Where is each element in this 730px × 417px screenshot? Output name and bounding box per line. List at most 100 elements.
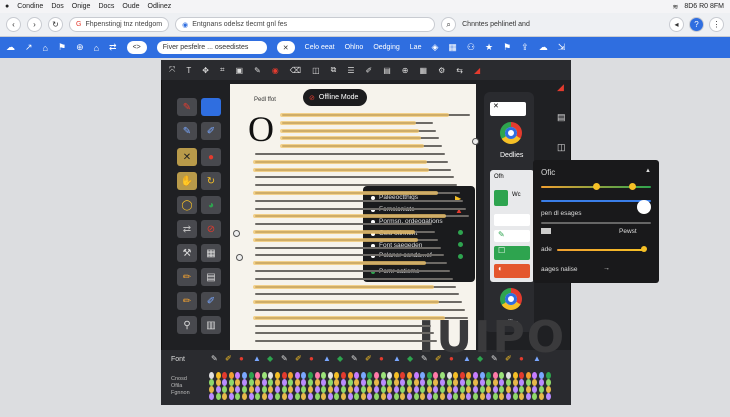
share-icon[interactable]: ⇄ [109,42,117,53]
tool-icon[interactable]: ● [309,354,314,363]
fill-icon[interactable]: ▤ [383,66,391,75]
color-swatch[interactable] [400,393,406,400]
shape-icon[interactable]: ◫ [312,66,320,75]
color-swatch[interactable] [413,372,419,379]
color-swatch[interactable] [334,386,340,393]
color-swatch[interactable] [499,386,505,393]
pie-icon[interactable]: ◕ [201,196,221,214]
tool-icon[interactable]: ◆ [267,354,273,363]
os-menu-item[interactable]: Dos [51,3,63,10]
cast-button[interactable]: ✕ [276,41,295,54]
flag-icon[interactable]: ⚑ [58,42,66,53]
color-swatch[interactable] [327,379,333,386]
tool-icon[interactable]: ◆ [337,354,343,363]
brush-icon[interactable]: ✐ [366,66,373,75]
grid-icon[interactable]: ▦ [201,244,221,262]
os-menu-item[interactable]: Condine [17,3,43,10]
record-icon[interactable]: ● [201,148,221,166]
color-swatch[interactable] [374,393,379,400]
play-icon[interactable]: ◂ [669,17,684,32]
color-swatch[interactable] [440,386,445,393]
color-swatch[interactable] [222,379,228,386]
color-swatch[interactable] [341,372,346,379]
shield-icon[interactable]: ◈ [431,42,438,53]
color-swatch[interactable] [235,379,241,386]
color-swatch[interactable] [374,386,379,393]
color-swatch[interactable] [209,379,214,386]
color-swatch[interactable] [407,372,412,379]
color-swatch[interactable] [261,386,267,393]
tool-icon[interactable]: ● [239,354,244,363]
tool-icon[interactable]: ▲ [393,354,401,363]
color-swatch[interactable] [393,386,399,393]
cart-icon[interactable]: ⌂ [94,43,99,53]
color-swatch[interactable] [354,379,360,386]
color-swatch[interactable] [506,386,511,393]
color-swatch[interactable] [473,393,478,400]
color-swatch[interactable] [453,386,459,393]
color-swatch[interactable] [380,372,386,379]
color-swatch[interactable] [374,379,379,386]
checkbox-icon[interactable]: ☐ [494,246,530,260]
color-swatch[interactable] [393,372,399,379]
color-swatch[interactable] [248,372,254,379]
profile-icon[interactable]: ? [689,17,704,32]
color-swatch[interactable] [440,393,445,400]
brush-icon[interactable]: ◢ [474,66,480,75]
arrow-icon[interactable]: → [603,265,610,272]
cloud-icon[interactable]: ☁ [539,42,548,53]
color-swatch[interactable] [387,372,393,379]
color-swatch[interactable] [433,386,439,393]
flip-icon[interactable]: ⇆ [456,66,463,75]
pen-icon[interactable]: ✐ [201,122,221,140]
color-swatch[interactable] [545,372,551,379]
ring-icon[interactable]: ◯ [177,196,197,214]
os-menu-item[interactable]: Odlinez [148,3,172,10]
color-swatch[interactable] [294,372,300,379]
crop-icon[interactable]: ⌗ [220,65,225,75]
color-swatch[interactable] [301,393,307,400]
cloud-icon[interactable]: ☁ [6,42,15,53]
color-swatch[interactable] [275,393,280,400]
color-swatch[interactable] [228,372,234,379]
color-swatch[interactable] [228,386,234,393]
square-icon[interactable] [201,98,221,116]
color-swatch[interactable] [519,393,525,400]
color-swatch[interactable] [525,386,531,393]
grid-icon[interactable]: ▦ [420,66,428,75]
color-swatch[interactable] [321,393,327,400]
color-swatch[interactable] [294,379,300,386]
panel-swatch[interactable] [494,190,508,206]
color-swatch[interactable] [499,372,505,379]
color-swatch[interactable] [446,393,452,400]
color-swatch[interactable] [407,379,412,386]
color-swatch[interactable] [413,386,419,393]
tool-icon[interactable]: ✎ [351,354,358,363]
toolbar-label[interactable]: Lae [410,44,422,51]
color-swatch[interactable] [255,372,261,379]
color-swatch[interactable] [525,379,531,386]
color-swatch[interactable] [387,386,393,393]
color-swatch[interactable] [539,386,544,393]
chrome-icon[interactable] [500,122,522,144]
reload-icon[interactable]: ↻ [48,17,63,32]
layers-icon[interactable]: ◫ [557,142,566,153]
color-swatch[interactable] [400,372,406,379]
color-swatch[interactable] [479,386,485,393]
color-swatch[interactable] [347,386,353,393]
color-swatch[interactable] [314,386,320,393]
color-swatch[interactable] [268,379,274,386]
color-swatch[interactable] [393,393,399,400]
color-swatch[interactable] [255,393,261,400]
color-swatch[interactable] [354,372,360,379]
color-swatch[interactable] [242,386,247,393]
color-swatch[interactable] [308,379,313,386]
toggle-dot[interactable] [458,230,463,235]
color-swatch[interactable] [492,379,498,386]
doc-icon[interactable]: ▤ [557,112,566,123]
color-swatch[interactable] [512,372,518,379]
slider-thumb[interactable] [637,200,651,214]
color-swatch[interactable] [499,393,505,400]
color-swatch[interactable] [486,386,492,393]
close-button[interactable]: ✕ [490,102,526,116]
